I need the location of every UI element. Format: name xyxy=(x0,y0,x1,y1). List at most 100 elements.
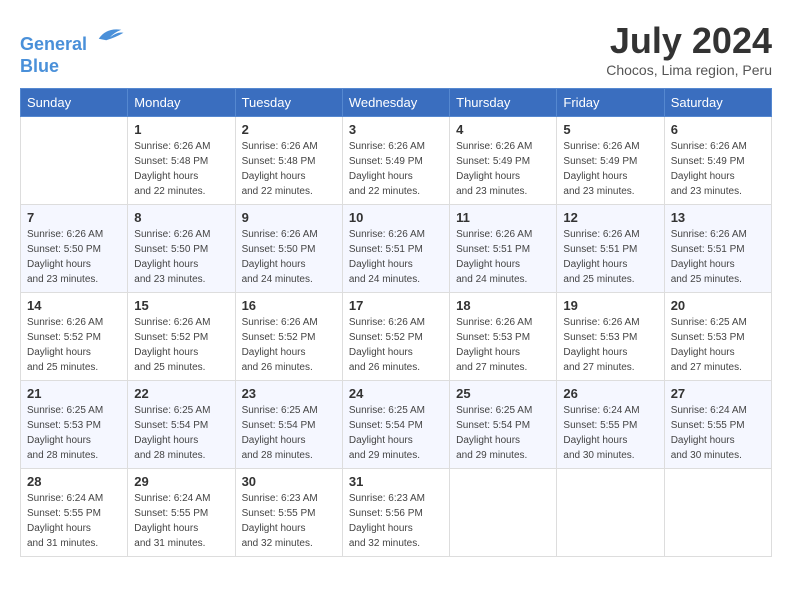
logo-bird-icon xyxy=(95,20,125,50)
header-tuesday: Tuesday xyxy=(235,89,342,117)
calendar-cell xyxy=(664,469,771,557)
calendar-cell: 24 Sunrise: 6:25 AM Sunset: 5:54 PM Dayl… xyxy=(342,381,449,469)
day-number: 4 xyxy=(456,122,550,137)
day-info: Sunrise: 6:23 AM Sunset: 5:56 PM Dayligh… xyxy=(349,491,443,551)
calendar-cell: 22 Sunrise: 6:25 AM Sunset: 5:54 PM Dayl… xyxy=(128,381,235,469)
day-info: Sunrise: 6:24 AM Sunset: 5:55 PM Dayligh… xyxy=(134,491,228,551)
day-info: Sunrise: 6:26 AM Sunset: 5:52 PM Dayligh… xyxy=(134,315,228,375)
calendar-cell: 25 Sunrise: 6:25 AM Sunset: 5:54 PM Dayl… xyxy=(450,381,557,469)
calendar-week-row: 14 Sunrise: 6:26 AM Sunset: 5:52 PM Dayl… xyxy=(21,293,772,381)
day-number: 21 xyxy=(27,386,121,401)
day-number: 19 xyxy=(563,298,657,313)
day-info: Sunrise: 6:25 AM Sunset: 5:54 PM Dayligh… xyxy=(456,403,550,463)
day-info: Sunrise: 6:26 AM Sunset: 5:49 PM Dayligh… xyxy=(456,139,550,199)
calendar-week-row: 7 Sunrise: 6:26 AM Sunset: 5:50 PM Dayli… xyxy=(21,205,772,293)
calendar-cell xyxy=(450,469,557,557)
calendar-cell: 21 Sunrise: 6:25 AM Sunset: 5:53 PM Dayl… xyxy=(21,381,128,469)
day-number: 11 xyxy=(456,210,550,225)
day-info: Sunrise: 6:26 AM Sunset: 5:51 PM Dayligh… xyxy=(563,227,657,287)
calendar-cell xyxy=(21,117,128,205)
day-number: 16 xyxy=(242,298,336,313)
calendar-cell: 16 Sunrise: 6:26 AM Sunset: 5:52 PM Dayl… xyxy=(235,293,342,381)
day-info: Sunrise: 6:26 AM Sunset: 5:53 PM Dayligh… xyxy=(456,315,550,375)
day-number: 1 xyxy=(134,122,228,137)
day-info: Sunrise: 6:24 AM Sunset: 5:55 PM Dayligh… xyxy=(563,403,657,463)
day-info: Sunrise: 6:26 AM Sunset: 5:52 PM Dayligh… xyxy=(349,315,443,375)
calendar-cell: 12 Sunrise: 6:26 AM Sunset: 5:51 PM Dayl… xyxy=(557,205,664,293)
calendar-cell: 14 Sunrise: 6:26 AM Sunset: 5:52 PM Dayl… xyxy=(21,293,128,381)
day-info: Sunrise: 6:24 AM Sunset: 5:55 PM Dayligh… xyxy=(671,403,765,463)
day-number: 24 xyxy=(349,386,443,401)
day-info: Sunrise: 6:26 AM Sunset: 5:49 PM Dayligh… xyxy=(563,139,657,199)
day-number: 31 xyxy=(349,474,443,489)
calendar-week-row: 21 Sunrise: 6:25 AM Sunset: 5:53 PM Dayl… xyxy=(21,381,772,469)
calendar-cell: 17 Sunrise: 6:26 AM Sunset: 5:52 PM Dayl… xyxy=(342,293,449,381)
calendar-cell: 9 Sunrise: 6:26 AM Sunset: 5:50 PM Dayli… xyxy=(235,205,342,293)
calendar-cell: 5 Sunrise: 6:26 AM Sunset: 5:49 PM Dayli… xyxy=(557,117,664,205)
day-number: 14 xyxy=(27,298,121,313)
day-number: 15 xyxy=(134,298,228,313)
day-info: Sunrise: 6:26 AM Sunset: 5:50 PM Dayligh… xyxy=(27,227,121,287)
day-number: 12 xyxy=(563,210,657,225)
day-number: 22 xyxy=(134,386,228,401)
day-number: 20 xyxy=(671,298,765,313)
calendar-header-row: SundayMondayTuesdayWednesdayThursdayFrid… xyxy=(21,89,772,117)
day-number: 26 xyxy=(563,386,657,401)
day-info: Sunrise: 6:25 AM Sunset: 5:53 PM Dayligh… xyxy=(671,315,765,375)
calendar-cell: 30 Sunrise: 6:23 AM Sunset: 5:55 PM Dayl… xyxy=(235,469,342,557)
day-info: Sunrise: 6:26 AM Sunset: 5:51 PM Dayligh… xyxy=(456,227,550,287)
day-number: 30 xyxy=(242,474,336,489)
page-header: General Blue July 2024 Chocos, Lima regi… xyxy=(20,20,772,78)
header-sunday: Sunday xyxy=(21,89,128,117)
month-title: July 2024 xyxy=(606,20,772,62)
logo: General Blue xyxy=(20,20,125,77)
calendar-cell: 29 Sunrise: 6:24 AM Sunset: 5:55 PM Dayl… xyxy=(128,469,235,557)
day-info: Sunrise: 6:26 AM Sunset: 5:49 PM Dayligh… xyxy=(671,139,765,199)
calendar-cell: 28 Sunrise: 6:24 AM Sunset: 5:55 PM Dayl… xyxy=(21,469,128,557)
calendar-cell: 23 Sunrise: 6:25 AM Sunset: 5:54 PM Dayl… xyxy=(235,381,342,469)
calendar-week-row: 1 Sunrise: 6:26 AM Sunset: 5:48 PM Dayli… xyxy=(21,117,772,205)
calendar-cell: 13 Sunrise: 6:26 AM Sunset: 5:51 PM Dayl… xyxy=(664,205,771,293)
calendar-table: SundayMondayTuesdayWednesdayThursdayFrid… xyxy=(20,88,772,557)
calendar-cell: 1 Sunrise: 6:26 AM Sunset: 5:48 PM Dayli… xyxy=(128,117,235,205)
day-info: Sunrise: 6:25 AM Sunset: 5:54 PM Dayligh… xyxy=(242,403,336,463)
header-friday: Friday xyxy=(557,89,664,117)
day-info: Sunrise: 6:26 AM Sunset: 5:48 PM Dayligh… xyxy=(134,139,228,199)
day-info: Sunrise: 6:26 AM Sunset: 5:48 PM Dayligh… xyxy=(242,139,336,199)
calendar-cell: 15 Sunrise: 6:26 AM Sunset: 5:52 PM Dayl… xyxy=(128,293,235,381)
calendar-cell xyxy=(557,469,664,557)
day-info: Sunrise: 6:26 AM Sunset: 5:52 PM Dayligh… xyxy=(27,315,121,375)
day-number: 9 xyxy=(242,210,336,225)
header-thursday: Thursday xyxy=(450,89,557,117)
day-number: 25 xyxy=(456,386,550,401)
calendar-cell: 2 Sunrise: 6:26 AM Sunset: 5:48 PM Dayli… xyxy=(235,117,342,205)
header-wednesday: Wednesday xyxy=(342,89,449,117)
calendar-cell: 8 Sunrise: 6:26 AM Sunset: 5:50 PM Dayli… xyxy=(128,205,235,293)
day-number: 27 xyxy=(671,386,765,401)
calendar-cell: 11 Sunrise: 6:26 AM Sunset: 5:51 PM Dayl… xyxy=(450,205,557,293)
title-block: July 2024 Chocos, Lima region, Peru xyxy=(606,20,772,78)
day-number: 18 xyxy=(456,298,550,313)
calendar-cell: 3 Sunrise: 6:26 AM Sunset: 5:49 PM Dayli… xyxy=(342,117,449,205)
day-info: Sunrise: 6:26 AM Sunset: 5:49 PM Dayligh… xyxy=(349,139,443,199)
day-number: 7 xyxy=(27,210,121,225)
location: Chocos, Lima region, Peru xyxy=(606,62,772,78)
day-number: 8 xyxy=(134,210,228,225)
day-number: 2 xyxy=(242,122,336,137)
day-number: 10 xyxy=(349,210,443,225)
calendar-cell: 10 Sunrise: 6:26 AM Sunset: 5:51 PM Dayl… xyxy=(342,205,449,293)
day-info: Sunrise: 6:26 AM Sunset: 5:52 PM Dayligh… xyxy=(242,315,336,375)
logo-blue: Blue xyxy=(20,56,59,76)
day-number: 13 xyxy=(671,210,765,225)
calendar-week-row: 28 Sunrise: 6:24 AM Sunset: 5:55 PM Dayl… xyxy=(21,469,772,557)
day-info: Sunrise: 6:26 AM Sunset: 5:53 PM Dayligh… xyxy=(563,315,657,375)
day-number: 23 xyxy=(242,386,336,401)
calendar-cell: 20 Sunrise: 6:25 AM Sunset: 5:53 PM Dayl… xyxy=(664,293,771,381)
day-number: 17 xyxy=(349,298,443,313)
calendar-cell: 18 Sunrise: 6:26 AM Sunset: 5:53 PM Dayl… xyxy=(450,293,557,381)
day-number: 6 xyxy=(671,122,765,137)
calendar-cell: 31 Sunrise: 6:23 AM Sunset: 5:56 PM Dayl… xyxy=(342,469,449,557)
day-info: Sunrise: 6:26 AM Sunset: 5:50 PM Dayligh… xyxy=(134,227,228,287)
day-info: Sunrise: 6:25 AM Sunset: 5:53 PM Dayligh… xyxy=(27,403,121,463)
day-info: Sunrise: 6:26 AM Sunset: 5:50 PM Dayligh… xyxy=(242,227,336,287)
